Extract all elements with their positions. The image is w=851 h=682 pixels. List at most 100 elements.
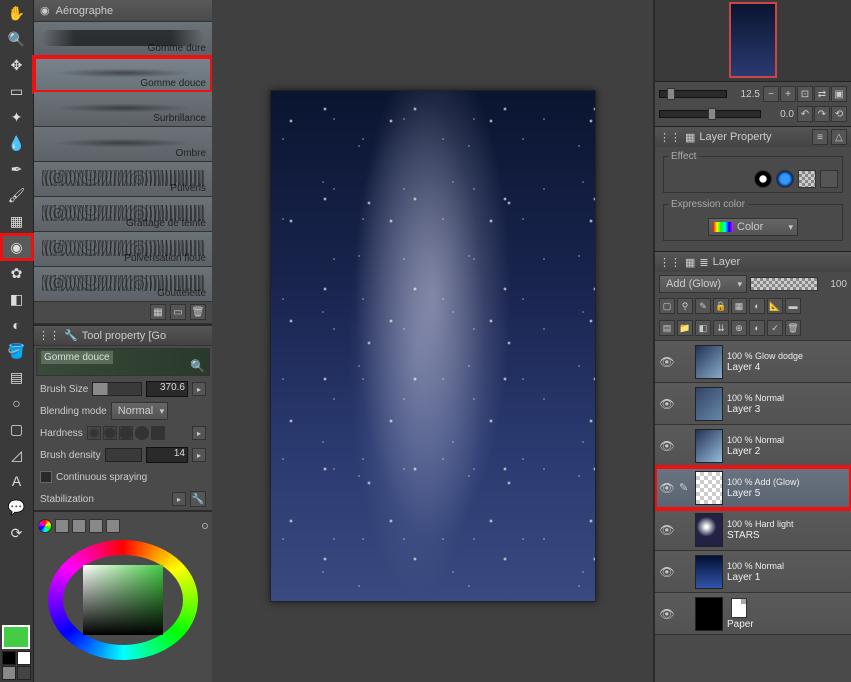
flip-icon[interactable]: ⇄	[814, 86, 830, 102]
clip-icon[interactable]: ▢	[659, 298, 675, 314]
visibility-eye-icon[interactable]: 👁	[659, 396, 675, 412]
zoom-tool[interactable]: 🔍	[2, 27, 32, 51]
zoom-out-icon[interactable]: −	[763, 86, 779, 102]
duplicate-brush-icon[interactable]: ▭	[170, 304, 186, 320]
lock-alpha-icon[interactable]: ▦	[731, 298, 747, 314]
color-tab-2-icon[interactable]	[55, 519, 69, 533]
brush-item[interactable]: Ombre	[34, 127, 212, 162]
text-tool[interactable]: A	[2, 469, 32, 493]
swatch-cell[interactable]	[2, 651, 16, 665]
zoom-in-icon[interactable]: +	[780, 86, 796, 102]
brush-item[interactable]: Surbrillance	[34, 92, 212, 127]
opacity-slider[interactable]	[750, 277, 818, 291]
rotate-ccw-icon[interactable]: ↶	[797, 106, 813, 122]
layer-color-icon[interactable]: ▬	[785, 298, 801, 314]
visibility-eye-icon[interactable]: 👁	[659, 522, 675, 538]
visibility-eye-icon[interactable]: 👁	[659, 564, 675, 580]
blend-mode-dropdown[interactable]: Add (Glow)	[659, 275, 747, 293]
hardness-preset-3[interactable]	[119, 426, 133, 440]
ruler-vis-icon[interactable]: 📐	[767, 298, 783, 314]
continuous-checkbox[interactable]	[40, 471, 52, 483]
hardness-preset-1[interactable]	[87, 426, 101, 440]
ref-icon[interactable]: ⚲	[677, 298, 693, 314]
lock-icon[interactable]: 🔒	[713, 298, 729, 314]
visibility-eye-icon[interactable]: 👁	[659, 354, 675, 370]
brush-item[interactable]: Gouttelette	[34, 267, 212, 302]
color-tab-5-icon[interactable]	[106, 519, 120, 533]
stabilization-expand-icon[interactable]: ▸	[172, 492, 186, 506]
color-wheel-tab-icon[interactable]	[38, 519, 52, 533]
reset-rotation-icon[interactable]: ⟲	[831, 106, 847, 122]
frame-tool[interactable]: ▢	[2, 417, 32, 441]
actual-icon[interactable]: ▣	[831, 86, 847, 102]
brush-item[interactable]: Pulvérisation floue	[34, 232, 212, 267]
delete-brush-icon[interactable]: 🗑	[190, 304, 206, 320]
gradient-tool[interactable]: ▤	[2, 365, 32, 389]
hand-tool[interactable]: ✋	[2, 1, 32, 25]
visibility-eye-icon[interactable]: 👁	[659, 480, 675, 496]
brush-item[interactable]: Gomme dure	[34, 22, 212, 57]
density-slider[interactable]	[105, 448, 142, 462]
color-wheel[interactable]	[48, 540, 198, 660]
layer-row[interactable]: 👁100 % NormalLayer 3	[655, 383, 851, 425]
hardness-preset-4[interactable]	[135, 426, 149, 440]
layer-row[interactable]: 👁Paper	[655, 593, 851, 635]
eyedropper-tool[interactable]: 💧	[2, 131, 32, 155]
swatch-cell[interactable]	[17, 666, 31, 680]
layer-row[interactable]: 👁100 % NormalLayer 2	[655, 425, 851, 467]
fill-tool[interactable]: 🪣	[2, 339, 32, 363]
visibility-eye-icon[interactable]: 👁	[659, 438, 675, 454]
shape-tool[interactable]: ○	[2, 391, 32, 415]
layer-row[interactable]: 👁100 % Hard lightSTARS	[655, 509, 851, 551]
hardness-more-icon[interactable]: ▸	[192, 426, 206, 440]
effect-tone-icon[interactable]	[776, 170, 794, 188]
rect-select-tool[interactable]: ▭	[2, 79, 32, 103]
hardness-preset-5[interactable]	[151, 426, 165, 440]
canvas[interactable]	[270, 90, 596, 602]
apply-mask-icon[interactable]: ✓	[767, 320, 783, 336]
correct-tool[interactable]: ⟳	[2, 521, 32, 545]
effect-extract-icon[interactable]	[820, 170, 838, 188]
ruler-tool[interactable]: ◿	[2, 443, 32, 467]
draft-icon[interactable]: ✎	[695, 298, 711, 314]
effect-pattern-icon[interactable]	[798, 170, 816, 188]
mask-icon[interactable]: ◐	[749, 298, 765, 314]
rotate-cw-icon[interactable]: ↷	[814, 106, 830, 122]
brush-size-value[interactable]: 370.6	[146, 381, 188, 397]
new-layer-icon[interactable]: ▤	[659, 320, 675, 336]
navigator-thumbnail[interactable]	[655, 0, 851, 82]
link-column[interactable]: ✎	[679, 481, 691, 494]
balloon-tool[interactable]: 💬	[2, 495, 32, 519]
brush-tool[interactable]: 🖌	[2, 183, 32, 207]
new-folder-icon[interactable]: 📁	[677, 320, 693, 336]
color-tab-4-icon[interactable]	[89, 519, 103, 533]
airbrush-tool[interactable]: ◉	[2, 235, 32, 259]
blending-mode-dropdown[interactable]: Normal	[111, 402, 168, 420]
density-more-icon[interactable]: ▸	[192, 448, 206, 462]
visibility-eye-icon[interactable]: 👁	[659, 606, 675, 622]
magnify-icon[interactable]: 🔍	[190, 359, 205, 373]
texture-tool[interactable]: ▦	[2, 209, 32, 233]
swatch-cell[interactable]	[17, 651, 31, 665]
expression-color-dropdown[interactable]: Color	[708, 218, 798, 236]
layer-row[interactable]: 👁100 % Glow dodgeLayer 4	[655, 341, 851, 383]
decoration-tool[interactable]: ✿	[2, 261, 32, 285]
combine-icon[interactable]: ⊕	[731, 320, 747, 336]
blend-tool[interactable]: ◐	[2, 313, 32, 337]
mask-new-icon[interactable]: ◐	[749, 320, 765, 336]
brush-item[interactable]: Gomme douce	[34, 57, 212, 92]
foreground-color-swatch[interactable]	[2, 625, 30, 649]
brush-item[interactable]: Pulvéris	[34, 162, 212, 197]
layer-row[interactable]: 👁100 % NormalLayer 1	[655, 551, 851, 593]
delete-layer-icon[interactable]: 🗑	[785, 320, 801, 336]
brush-item[interactable]: Grattage de teinte	[34, 197, 212, 232]
wand-tool[interactable]: ✦	[2, 105, 32, 129]
new-brush-icon[interactable]: ▦	[150, 304, 166, 320]
density-value[interactable]: 14	[146, 447, 188, 463]
effect-border-icon[interactable]	[754, 170, 772, 188]
eraser-tool[interactable]: ◧	[2, 287, 32, 311]
pen-tool[interactable]: ✒	[2, 157, 32, 181]
new-correction-icon[interactable]: ◧	[695, 320, 711, 336]
fit-icon[interactable]: ⊡	[797, 86, 813, 102]
zoom-slider[interactable]	[659, 90, 727, 98]
